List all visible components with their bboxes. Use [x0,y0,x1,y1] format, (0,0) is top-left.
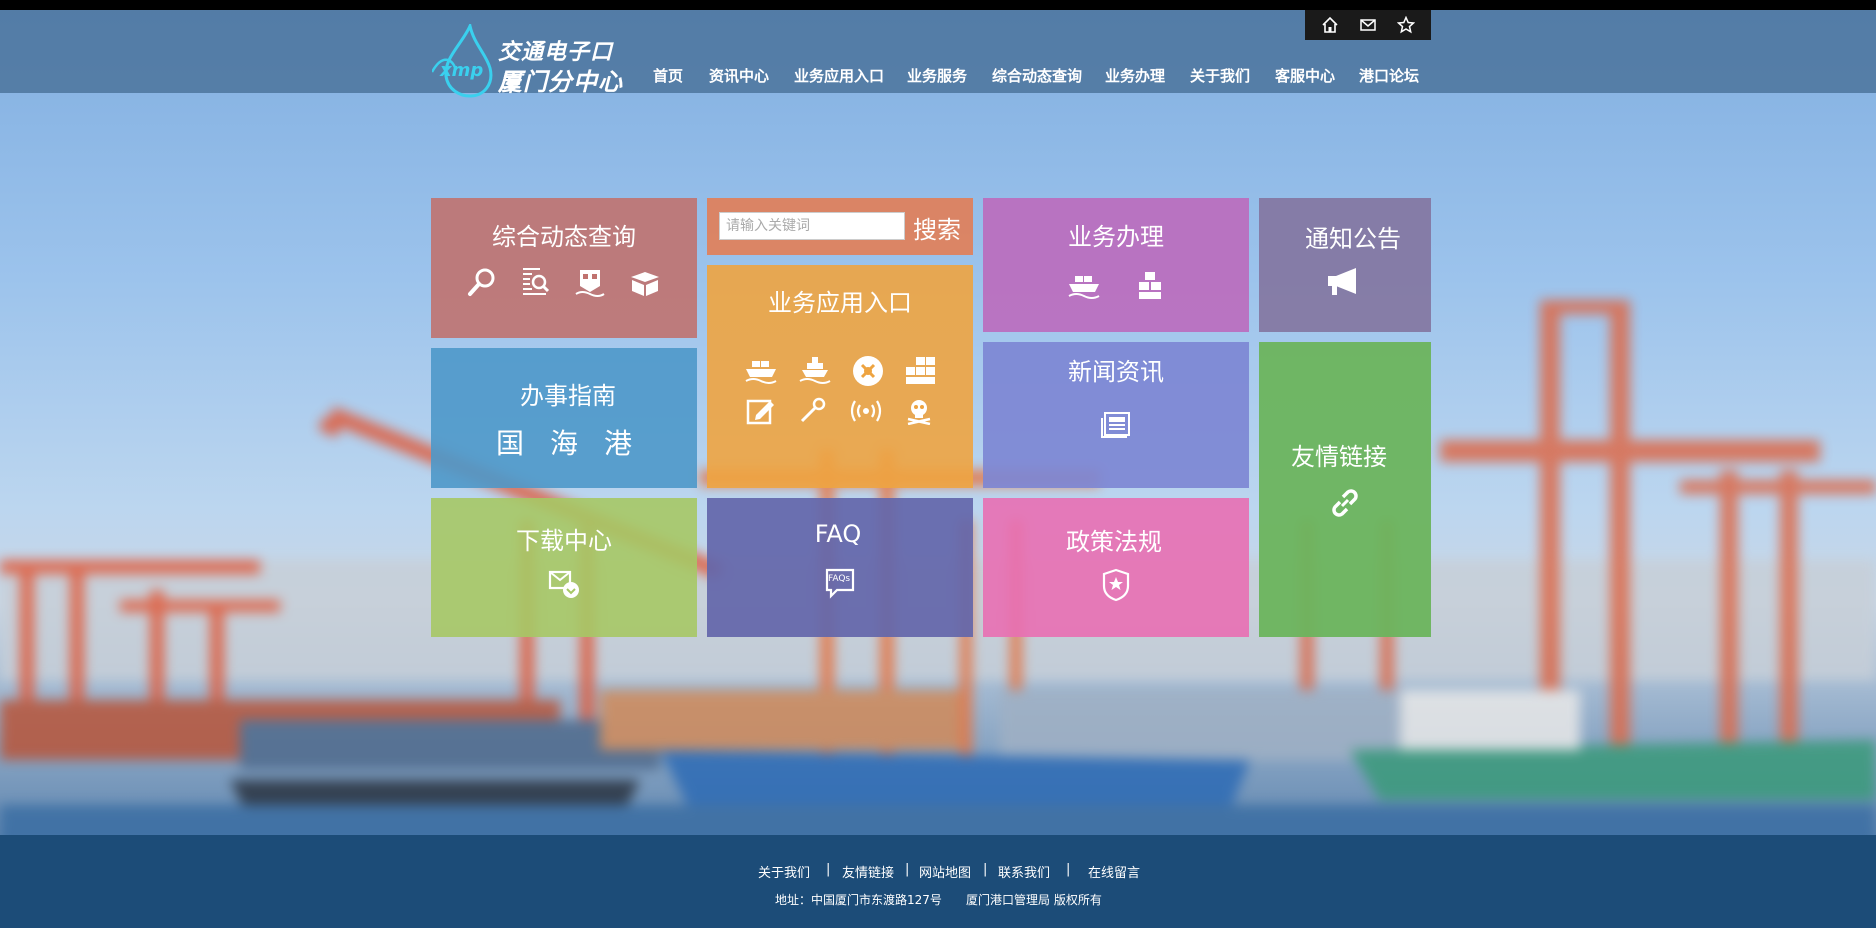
nav-app-entry[interactable]: 业务应用入口 [794,65,884,86]
pen-icon [800,397,826,423]
cargo-ship-icon [1068,276,1100,299]
faq-icon-text: FAQs [828,574,851,584]
guide-port-label[interactable]: 港 [604,422,632,462]
header-bar: xmp 交通电子口岸 厦门分中心 首页 资讯中心 业务应用入口 业务服务 综合动… [0,10,1876,98]
footer-separator: | [905,862,910,877]
utility-bar [1305,10,1431,40]
skull-icon [907,400,931,425]
footer-links: 关于我们 | 友情链接 | 网站地图 | 联系我们 | 在线留言 [0,862,1876,882]
home-icon[interactable] [1321,16,1339,34]
star-icon[interactable] [1396,15,1416,34]
signal-icon [850,400,882,422]
tile-title: 政策法规 [1066,528,1162,556]
megaphone-icon [1328,268,1356,295]
footer-link-sitemap[interactable]: 网站地图 [919,862,971,881]
tile-title: 办事指南 [520,382,616,410]
tile-title: 业务应用入口 [768,289,912,317]
link-icon [1332,489,1358,517]
search-button[interactable]: 搜索 [913,210,961,245]
tile-title: 通知公告 [1305,225,1401,253]
tile-title: 综合动态查询 [492,223,636,251]
footer-separator: | [983,862,988,877]
nav-service-center[interactable]: 客服中心 [1275,65,1335,86]
footer-link-about[interactable]: 关于我们 [758,862,810,881]
faq-bubble-icon: FAQs [823,566,857,600]
police-badge-icon [1102,568,1130,602]
tile-title: 新闻资讯 [1068,358,1164,386]
containers-icon [906,357,935,384]
footer: 关于我们 | 友情链接 | 网站地图 | 联系我们 | 在线留言 地址：中国厦门… [0,835,1876,928]
footer-separator: | [1066,862,1071,877]
footer-link-contact[interactable]: 联系我们 [998,862,1050,881]
newspaper-icon [1101,412,1130,438]
nav-home[interactable]: 首页 [653,65,683,86]
nav-port-forum[interactable]: 港口论坛 [1359,65,1419,86]
top-black-strip [0,0,1876,10]
hazard-icon [853,356,883,386]
tile-title: 下载中心 [516,527,612,555]
tile-guide[interactable]: 办事指南 国 海 港 [431,348,697,488]
tile-notice[interactable]: 通知公告 [1259,198,1431,332]
nav-business[interactable]: 业务办理 [1105,65,1165,86]
logo-text-line2: 厦门分中心 [498,68,623,96]
tile-faq[interactable]: FAQ FAQs [707,498,973,637]
tile-app-entry[interactable]: 业务应用入口 [707,265,973,488]
footer-address: 地址：中国厦门市东渡路127号 [775,893,942,907]
tile-business[interactable]: 业务办理 [983,198,1249,332]
tile-policy[interactable]: 政策法规 [983,498,1249,637]
footer-copyright: 厦门港口管理局 版权所有 [966,893,1102,907]
ship-front-icon [575,270,605,297]
tile-title: 友情链接 [1291,443,1387,471]
edit-icon [746,399,774,425]
cargo-ship-icon [745,361,777,384]
footer-separator: | [826,862,831,877]
site-logo[interactable]: xmp 交通电子口岸 厦门分中心 [432,24,628,98]
boxes-icon [1139,272,1161,299]
guide-maritime-label[interactable]: 海 [550,422,578,462]
nav-dynamic-query[interactable]: 综合动态查询 [992,65,1082,86]
nav-services[interactable]: 业务服务 [907,65,967,86]
download-mail-icon [548,570,579,598]
search-icon [468,268,495,296]
tile-title: FAQ [814,520,862,548]
tile-links[interactable]: 友情链接 [1259,342,1431,637]
footer-link-message[interactable]: 在线留言 [1088,862,1140,881]
nav-about[interactable]: 关于我们 [1190,65,1250,86]
nav-news-center[interactable]: 资讯中心 [709,65,769,86]
vessel-icon [799,357,831,384]
search-input[interactable] [719,212,905,240]
document-search-icon [523,268,550,295]
tile-dynamic-query[interactable]: 综合动态查询 [431,198,697,338]
tile-title: 业务办理 [1068,223,1164,251]
tile-news[interactable]: 新闻资讯 [983,342,1249,488]
package-icon [631,272,659,296]
mail-icon[interactable] [1359,16,1377,34]
search-tile: 搜索 [707,198,973,255]
tile-download[interactable]: 下载中心 [431,498,697,637]
guide-customs-label[interactable]: 国 [496,422,524,462]
footer-link-friend-links[interactable]: 友情链接 [842,862,894,881]
logo-mark: xmp [440,60,484,81]
